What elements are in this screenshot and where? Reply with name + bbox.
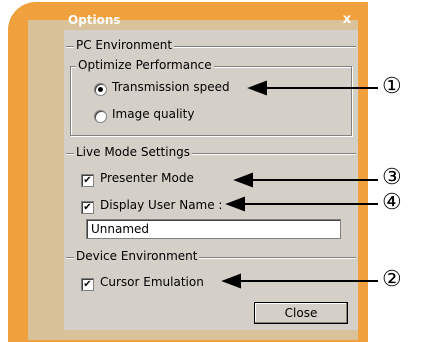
arrowhead-4 xyxy=(225,196,245,212)
callout-4: ④ xyxy=(382,190,402,215)
callout-3: ③ xyxy=(382,165,402,190)
callout-2: ② xyxy=(382,267,402,292)
arrowhead-2 xyxy=(221,273,241,289)
arrowhead-1 xyxy=(247,80,267,96)
callout-arrows xyxy=(221,80,378,289)
callout-1: ① xyxy=(382,74,402,99)
arrowhead-3 xyxy=(233,172,253,188)
